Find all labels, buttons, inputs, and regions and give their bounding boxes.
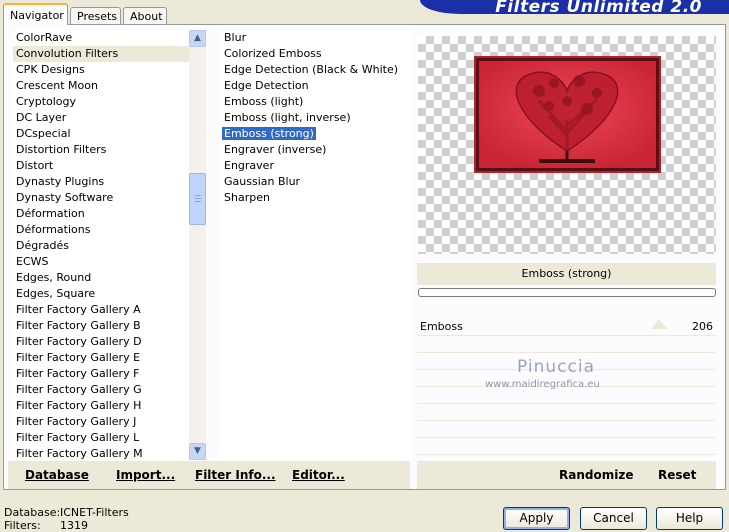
category-item[interactable]: Dynasty Software: [13, 190, 189, 206]
category-item[interactable]: Filter Factory Gallery B: [13, 318, 189, 334]
category-item[interactable]: Filter Factory Gallery E: [13, 350, 189, 366]
filter-item[interactable]: Emboss (light): [221, 94, 411, 110]
tab-about[interactable]: About: [123, 7, 167, 24]
editor-button[interactable]: Editor...: [292, 467, 345, 483]
category-list[interactable]: ColorRave Convolution Filters CPK Designs C…: [13, 30, 189, 460]
category-item[interactable]: Filter Factory Gallery H: [13, 398, 189, 414]
tab-navigator[interactable]: Navigator: [3, 3, 68, 25]
category-item[interactable]: Filter Factory Gallery M: [13, 446, 189, 460]
category-item[interactable]: CPK Designs: [13, 62, 189, 78]
filter-item[interactable]: Emboss (strong): [221, 126, 411, 142]
category-item[interactable]: ECWS: [13, 254, 189, 270]
category-item[interactable]: Crescent Moon: [13, 78, 189, 94]
category-item[interactable]: Filter Factory Gallery G: [13, 382, 189, 398]
category-item[interactable]: DCspecial: [13, 126, 189, 142]
status-filters: Filters: 1319: [4, 519, 88, 532]
banner-title: Filters Unlimited 2.0: [495, 0, 702, 17]
category-item[interactable]: Cryptology: [13, 94, 189, 110]
scroll-thumb[interactable]: [189, 173, 206, 225]
status-database-value: ICNET-Filters: [60, 506, 129, 519]
param-value: 206: [692, 320, 713, 333]
filter-item-label: Sharpen: [224, 191, 270, 204]
filter-list[interactable]: Blur Colorized Emboss Edge Detection (Blac…: [221, 30, 411, 460]
scroll-up-button[interactable]: ▲: [189, 30, 206, 47]
param-slot: [417, 438, 716, 455]
progress-bar: [418, 288, 716, 297]
filter-item-label: Colorized Emboss: [224, 47, 322, 60]
filter-item-label: Gaussian Blur: [224, 175, 301, 188]
filter-item[interactable]: Sharpen: [221, 190, 411, 206]
category-item[interactable]: Distortion Filters: [13, 142, 189, 158]
category-scrollbar[interactable]: ▲ ▼: [189, 30, 206, 460]
filter-item-label: Emboss (light): [224, 95, 304, 108]
filter-item[interactable]: Colorized Emboss: [221, 46, 411, 62]
category-item[interactable]: Edges, Square: [13, 286, 189, 302]
apply-button[interactable]: Apply: [503, 507, 570, 530]
randomize-button[interactable]: Randomize: [559, 467, 633, 483]
filter-item-label: Engraver: [224, 159, 274, 172]
filter-item[interactable]: Blur: [221, 30, 411, 46]
slider-thumb[interactable]: [651, 319, 667, 329]
scroll-down-button[interactable]: ▼: [189, 443, 206, 460]
watermark-url: www.maidiregrafica.eu: [485, 379, 600, 390]
status-filters-value: 1319: [60, 519, 88, 532]
filter-item[interactable]: Engraver: [221, 158, 411, 174]
category-item[interactable]: Filter Factory Gallery D: [13, 334, 189, 350]
filter-item-label: Emboss (light, inverse): [224, 111, 351, 124]
category-item[interactable]: DC Layer: [13, 110, 189, 126]
param-slider-emboss[interactable]: Emboss 206: [417, 319, 716, 336]
filter-item[interactable]: Emboss (light, inverse): [221, 110, 411, 126]
category-item[interactable]: Convolution Filters: [13, 46, 189, 62]
category-item[interactable]: Distort: [13, 158, 189, 174]
param-slot: [417, 336, 716, 353]
import-button[interactable]: Import...: [116, 467, 175, 483]
filter-item-label: Engraver (inverse): [224, 143, 327, 156]
cancel-button[interactable]: Cancel: [580, 507, 647, 530]
filter-item[interactable]: Engraver (inverse): [221, 142, 411, 158]
filter-item[interactable]: Edge Detection: [221, 78, 411, 94]
category-item[interactable]: Filter Factory Gallery F: [13, 366, 189, 382]
category-item[interactable]: Déformation: [13, 206, 189, 222]
param-slot: [417, 404, 716, 421]
filter-item[interactable]: Edge Detection (Black & White): [221, 62, 411, 78]
filter-info-button[interactable]: Filter Info...: [195, 467, 276, 483]
preview-image: [476, 58, 659, 171]
category-item[interactable]: Dégradés: [13, 238, 189, 254]
filter-item-label: Blur: [224, 31, 247, 44]
category-item[interactable]: Filter Factory Gallery L: [13, 430, 189, 446]
reset-button[interactable]: Reset: [658, 467, 696, 483]
status-filters-label: Filters:: [4, 519, 41, 532]
category-item[interactable]: Déformations: [13, 222, 189, 238]
filter-item-label: Edge Detection: [224, 79, 309, 92]
status-database-label: Database:: [4, 506, 61, 519]
help-button[interactable]: Help: [656, 507, 723, 530]
category-item[interactable]: Dynasty Plugins: [13, 174, 189, 190]
tab-presets[interactable]: Presets: [70, 7, 121, 24]
category-item[interactable]: Filter Factory Gallery A: [13, 302, 189, 318]
filter-item-label: Edge Detection (Black & White): [224, 63, 399, 76]
filter-item[interactable]: Gaussian Blur: [221, 174, 411, 190]
title-banner: Filters Unlimited 2.0: [420, 0, 729, 17]
param-slot: [417, 421, 716, 438]
status-database: Database:ICNET-Filters: [4, 506, 129, 519]
preview-filter-name: Emboss (strong): [417, 263, 716, 285]
database-button[interactable]: Database: [25, 467, 89, 483]
filter-item-label: Emboss (strong): [222, 127, 316, 140]
category-item[interactable]: Filter Factory Gallery J: [13, 414, 189, 430]
category-item[interactable]: Edges, Round: [13, 270, 189, 286]
preview-area: [418, 36, 716, 254]
param-label: Emboss: [420, 320, 463, 333]
tree-heart-image: [479, 61, 656, 168]
category-item[interactable]: ColorRave: [13, 30, 189, 46]
watermark-name: Pinuccia: [517, 357, 595, 377]
